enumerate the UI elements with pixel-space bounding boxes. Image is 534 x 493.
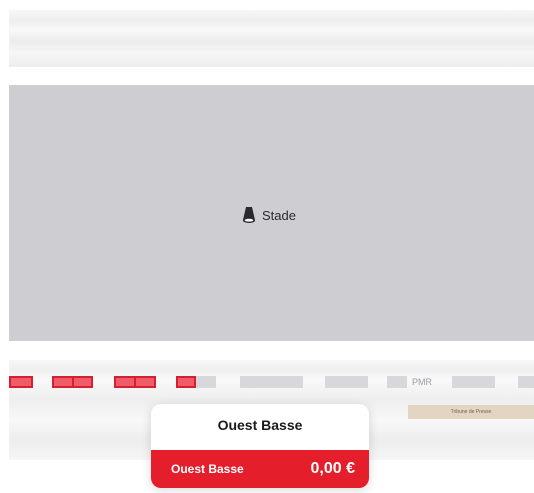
seat-block-selected[interactable] xyxy=(9,376,33,388)
zone-popup[interactable]: Ouest Basse Ouest Basse 0,00 € xyxy=(151,404,369,488)
seat-block[interactable] xyxy=(325,376,368,388)
pitch-label-text: Stade xyxy=(262,207,296,223)
popup-price-bar[interactable]: Ouest Basse 0,00 € xyxy=(151,450,369,488)
seat-block-selected[interactable] xyxy=(134,376,156,388)
seat-block-selected[interactable] xyxy=(72,376,93,388)
popup-zone-name: Ouest Basse xyxy=(171,462,244,476)
seat-block[interactable] xyxy=(387,376,407,388)
lamp-icon xyxy=(243,207,255,223)
seat-block[interactable] xyxy=(196,376,216,388)
north-stand[interactable] xyxy=(9,10,534,67)
stadium-seat-map: Stade PMR Tribune de Presse Ouest Basse … xyxy=(0,0,534,493)
seat-block[interactable] xyxy=(518,376,534,388)
seat-block-selected[interactable] xyxy=(52,376,74,388)
popup-title: Ouest Basse xyxy=(217,417,303,433)
popup-price: 0,00 € xyxy=(310,460,355,477)
pmr-label: PMR xyxy=(412,377,432,387)
press-box: Tribune de Presse xyxy=(408,405,534,419)
seat-block[interactable] xyxy=(452,376,495,388)
pitch-label: Stade xyxy=(242,206,296,224)
seat-block-selected[interactable] xyxy=(114,376,136,388)
seat-block-selected[interactable] xyxy=(176,376,196,388)
seat-block[interactable] xyxy=(240,376,303,388)
